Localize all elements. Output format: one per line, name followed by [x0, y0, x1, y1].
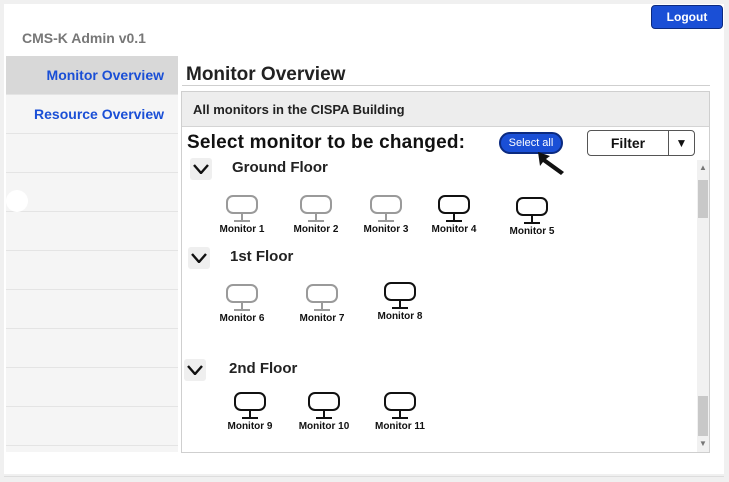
monitor-icon [234, 392, 266, 419]
panel-heading: All monitors in the CISPA Building [193, 102, 405, 117]
scroll-up-arrow-icon[interactable]: ▲ [697, 162, 709, 174]
sidebar-item-empty [6, 134, 178, 173]
monitor-icon [306, 284, 338, 311]
monitor-icon [308, 392, 340, 419]
floor-heading: Ground Floor [232, 159, 328, 176]
chevron-down-icon[interactable] [184, 359, 206, 381]
monitor-item[interactable]: Monitor 6 [212, 283, 272, 331]
monitor-item[interactable]: Monitor 5 [502, 196, 562, 244]
panel-header: All monitors in the CISPA Building [182, 92, 709, 127]
monitor-icon [300, 195, 332, 222]
sidebar-item-empty [6, 368, 178, 407]
monitor-label: Monitor 11 [374, 421, 425, 432]
monitor-icon [226, 195, 258, 222]
floor-heading: 2nd Floor [229, 360, 298, 377]
chevron-down-icon[interactable] [188, 247, 210, 269]
monitor-item[interactable]: Monitor 2 [286, 194, 346, 242]
monitor-item[interactable]: Monitor 7 [292, 283, 352, 331]
monitor-label: Monitor 5 [509, 226, 555, 237]
caret-down-icon[interactable]: ▼ [669, 131, 694, 155]
bottom-divider [4, 476, 724, 477]
monitor-item[interactable]: Monitor 8 [370, 281, 430, 329]
sidebar: Monitor Overview Resource Overview [6, 56, 178, 452]
monitor-icon [384, 282, 416, 309]
sidebar-decoration [6, 190, 28, 212]
monitor-icon [438, 195, 470, 222]
sidebar-item-empty [6, 407, 178, 446]
filter-dropdown[interactable]: Filter ▼ [587, 130, 695, 156]
scrollbar[interactable]: ▲ ▼ [697, 160, 709, 452]
mouse-cursor-icon [536, 150, 568, 181]
app-title: CMS-K Admin v0.1 [22, 30, 146, 46]
monitor-item[interactable]: Monitor 3 [356, 194, 416, 242]
page-title: Monitor Overview [186, 64, 346, 85]
title-divider [182, 85, 710, 86]
select-prompt: Select monitor to be changed: [187, 132, 466, 153]
sidebar-item-empty [6, 251, 178, 290]
sidebar-item-resource-overview[interactable]: Resource Overview [6, 95, 178, 134]
filter-label: Filter [610, 135, 646, 151]
monitor-label: Monitor 7 [299, 313, 345, 324]
monitor-label: Monitor 6 [219, 313, 265, 324]
monitor-icon [370, 195, 402, 222]
monitor-label: Monitor 2 [293, 224, 339, 235]
monitor-icon [384, 392, 416, 419]
sidebar-item-label: Resource Overview [34, 106, 164, 122]
monitor-label: Monitor 3 [363, 224, 409, 235]
sidebar-item-empty [6, 173, 178, 212]
monitor-item[interactable]: Monitor 11 [370, 391, 430, 439]
scroll-down-arrow-icon[interactable]: ▼ [697, 438, 709, 450]
floor-heading: 1st Floor [230, 248, 294, 265]
chevron-down-icon[interactable] [190, 158, 212, 180]
scrollbar-thumb[interactable] [698, 180, 708, 218]
monitor-label: Monitor 1 [219, 224, 265, 235]
sidebar-item-empty [6, 329, 178, 368]
monitor-item[interactable]: Monitor 4 [424, 194, 484, 242]
monitor-label: Monitor 9 [227, 421, 273, 432]
monitor-item[interactable]: Monitor 10 [294, 391, 354, 439]
sidebar-item-monitor-overview[interactable]: Monitor Overview [6, 56, 178, 95]
monitor-label: Monitor 10 [298, 421, 350, 432]
monitor-label: Monitor 8 [377, 311, 423, 322]
sidebar-item-empty [6, 212, 178, 251]
sidebar-item-label: Monitor Overview [46, 67, 164, 83]
scrollbar-thumb[interactable] [698, 396, 708, 436]
monitor-item[interactable]: Monitor 1 [212, 194, 272, 242]
monitor-icon [516, 197, 548, 224]
monitor-item[interactable]: Monitor 9 [220, 391, 280, 439]
monitor-icon [226, 284, 258, 311]
sidebar-item-empty [6, 290, 178, 329]
monitor-label: Monitor 4 [431, 224, 477, 235]
logout-button[interactable]: Logout [651, 5, 723, 29]
